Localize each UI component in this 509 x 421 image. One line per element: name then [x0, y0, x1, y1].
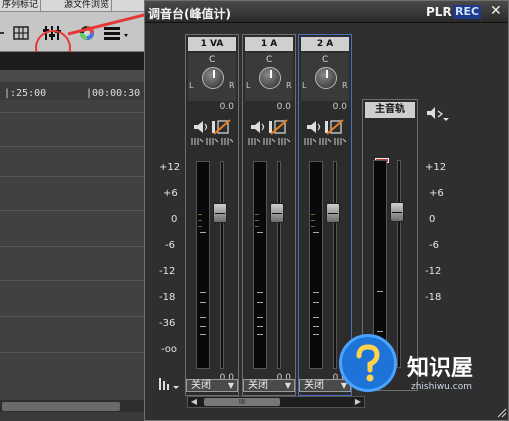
chevron-down-icon: ▼ — [284, 381, 291, 390]
rec-label: REC — [453, 5, 482, 19]
automation-value: 关闭 — [304, 380, 324, 391]
volume-fader-handle[interactable] — [270, 203, 284, 223]
dash-icon — [0, 32, 4, 34]
grid-icon[interactable] — [12, 24, 30, 42]
db-scale-label: -6 — [165, 240, 175, 251]
volume-fader-area — [186, 161, 238, 371]
db-scale-label: -18 — [159, 292, 176, 303]
pan-control: C L R — [188, 53, 236, 101]
pan-knob[interactable] — [259, 67, 281, 89]
question-mark-icon — [356, 344, 380, 382]
track-divider — [0, 280, 150, 281]
watermark: 知识屋 zhishiwu.com — [333, 330, 509, 421]
pan-knob[interactable] — [315, 67, 337, 89]
pan-control: C L R — [245, 53, 293, 101]
level-meter — [253, 161, 267, 369]
track-divider — [0, 146, 150, 147]
pan-right-label: R — [229, 81, 235, 90]
pan-left-label: L — [302, 81, 307, 90]
volume-fader-handle[interactable] — [213, 203, 227, 223]
track-divider — [0, 352, 150, 353]
db-scale-label: 0 — [429, 214, 436, 225]
timeline-tracks[interactable] — [0, 100, 150, 400]
chevron-down-icon: ▼ — [227, 381, 234, 390]
fader-track[interactable] — [220, 161, 224, 369]
db-scale-label: +6 — [429, 188, 444, 199]
automation-value: 关闭 — [248, 380, 268, 391]
master-track-name: 主音轨 — [365, 102, 415, 118]
pan-center-label: C — [322, 55, 329, 65]
effects-icon[interactable] — [190, 136, 236, 146]
timecode-label: |00:00:30 — [86, 88, 141, 99]
timeline-ruler — [0, 52, 150, 70]
editor-background: 序列标记 源文件浏览 |:25:00 |00:00:30 — [0, 0, 150, 421]
pan-right-label: R — [342, 81, 348, 90]
level-meter — [196, 161, 210, 369]
pan-value[interactable]: 0.0 — [243, 102, 295, 112]
scrollbar-thumb[interactable] — [2, 402, 120, 411]
level-meter — [309, 161, 323, 369]
watermark-url: zhishiwu.com — [411, 382, 472, 392]
timecode-label: |:25:00 — [4, 88, 47, 99]
db-scale-label: 0 — [171, 214, 178, 225]
pan-left-label: L — [246, 81, 251, 90]
track-divider — [0, 316, 150, 317]
timeline-scrollbar[interactable] — [0, 400, 150, 412]
pan-center-label: C — [266, 55, 273, 65]
panel-titlebar[interactable]: 调音台(峰值计) PLR REC ✕ — [145, 1, 508, 23]
watermark-logo-icon — [339, 334, 397, 392]
channel-name: 1 A — [245, 37, 293, 51]
pan-left-label: L — [189, 81, 194, 90]
panel-title: 调音台(峰值计) — [148, 7, 231, 21]
db-scale-label: -12 — [159, 266, 176, 277]
plr-label: PLR — [426, 5, 452, 19]
mute-speaker-icon[interactable] — [192, 119, 232, 135]
db-scale-label: +12 — [159, 162, 181, 173]
db-scale-label: -6 — [429, 240, 439, 251]
meter-options-icon[interactable] — [157, 375, 181, 391]
tab-sequence-markers[interactable]: 序列标记 — [0, 0, 42, 12]
volume-fader-area — [243, 161, 295, 371]
db-scale-label: -oo — [161, 344, 178, 355]
effects-icon[interactable] — [303, 136, 349, 146]
db-scale-label: -36 — [159, 318, 176, 329]
fader-track[interactable] — [277, 161, 281, 369]
track-divider — [0, 176, 150, 177]
pan-knob[interactable] — [202, 67, 224, 89]
channel-strip-1va: 1 VA C L R 0.0 0.0 — [185, 34, 239, 396]
channel-name: 1 VA — [188, 37, 236, 51]
scrollbar-thumb[interactable]: III — [204, 398, 280, 406]
pan-value[interactable]: 0.0 — [299, 102, 351, 112]
scroll-left-icon[interactable]: ◀ — [188, 397, 200, 407]
mute-speaker-icon[interactable] — [249, 119, 289, 135]
pan-value[interactable]: 0.0 — [186, 102, 238, 112]
volume-fader-handle[interactable] — [326, 203, 340, 223]
automation-dropdown[interactable]: 关闭 ▼ — [243, 379, 295, 392]
db-scale-label: -12 — [425, 266, 442, 277]
effects-icon[interactable] — [247, 136, 293, 146]
ruler-band — [0, 70, 150, 82]
close-button[interactable]: ✕ — [490, 3, 502, 19]
track-divider — [0, 210, 150, 211]
track-divider — [0, 112, 150, 113]
automation-dropdown[interactable]: 关闭 ▼ — [186, 379, 238, 392]
db-scale-label: +6 — [163, 188, 178, 199]
db-scale-label: +12 — [425, 162, 447, 173]
scrollbar-grip: III — [238, 398, 246, 406]
channel-strip-1a: 1 A C L R 0.0 0.0 — [242, 34, 296, 396]
pan-right-label: R — [286, 81, 292, 90]
pan-control: C L R — [301, 53, 349, 101]
channel-name: 2 A — [301, 37, 349, 51]
track-divider — [0, 246, 150, 247]
mute-speaker-icon[interactable] — [305, 119, 345, 135]
watermark-brand: 知识屋 — [407, 356, 474, 381]
master-fader-handle[interactable] — [390, 202, 404, 222]
speaker-dropdown-icon[interactable] — [425, 105, 451, 123]
db-scale-label: -18 — [425, 292, 442, 303]
pan-center-label: C — [209, 55, 216, 65]
automation-value: 关闭 — [191, 380, 211, 391]
resize-grip-icon[interactable] — [495, 406, 507, 418]
